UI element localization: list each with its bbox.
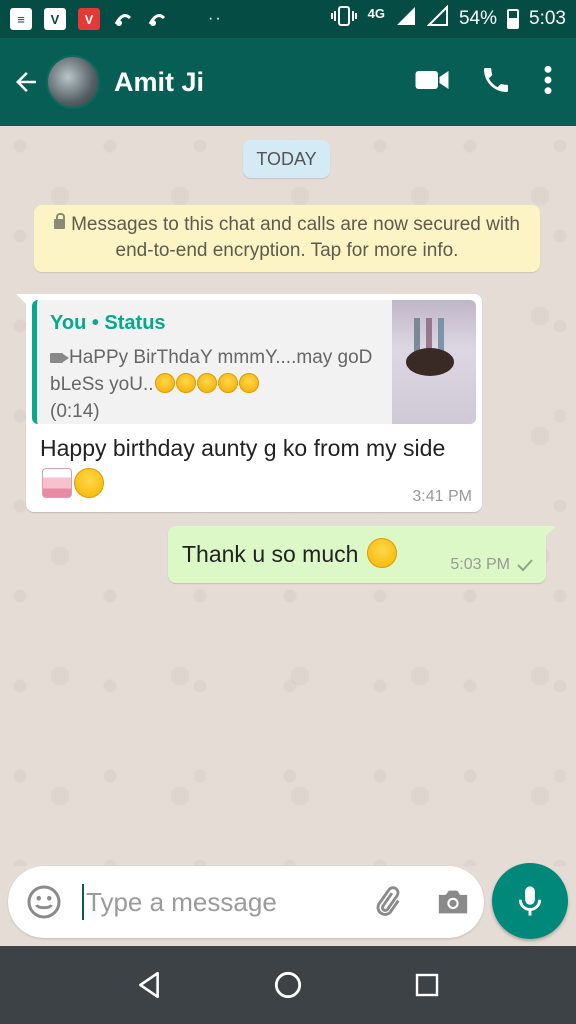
nav-home-icon <box>274 971 302 999</box>
candles-graphic <box>414 318 444 352</box>
camera-button[interactable] <box>428 877 478 927</box>
mic-icon <box>518 886 542 916</box>
vidmate-icon: V <box>78 8 100 30</box>
v-app-icon: V <box>44 8 66 30</box>
message-notification-icon: ≡ <box>10 8 32 30</box>
video-call-icon <box>415 70 449 89</box>
battery-icon <box>507 9 520 29</box>
emoji-icon <box>27 885 61 919</box>
network-type-label: 4G <box>367 5 385 21</box>
cake-emoji-icon <box>42 468 72 498</box>
message-input[interactable] <box>86 886 356 918</box>
kiss-emoji-icon <box>196 373 217 393</box>
voice-call-button[interactable] <box>480 64 512 101</box>
header-actions <box>414 64 554 101</box>
message-time: 3:41 PM <box>412 488 472 505</box>
kiss-emoji-icon <box>238 373 259 393</box>
message-text: Thank u so much <box>182 541 359 567</box>
phone-icon <box>484 67 508 92</box>
check-icon <box>517 559 533 572</box>
message-text-block: Happy birthday aunty g ko from my side <box>40 430 460 502</box>
blush-emoji-icon <box>366 538 397 568</box>
back-arrow-icon <box>16 72 36 92</box>
encryption-text: Messages to this chat and calls are now … <box>71 214 520 261</box>
message-time: 5:03 PM <box>450 556 510 573</box>
nav-recents-icon <box>415 973 438 997</box>
encryption-notice[interactable]: Messages to this chat and calls are now … <box>34 205 540 272</box>
nav-home-button[interactable] <box>258 955 318 1015</box>
nav-back-icon <box>139 971 160 999</box>
nav-recents-button[interactable] <box>397 955 457 1015</box>
system-navigation-bar <box>0 946 576 1024</box>
message-composer <box>8 866 484 938</box>
system-status: 4G 54% 5:03 <box>330 4 566 33</box>
signal-strength-2-icon <box>426 4 449 33</box>
avatar[interactable] <box>46 55 100 109</box>
video-small-icon <box>50 353 69 363</box>
signal-strength-icon <box>395 5 417 33</box>
outgoing-meta: 5:03 PM <box>450 556 534 574</box>
chat-header: Amit Ji <box>0 38 576 126</box>
nav-back-button[interactable] <box>119 955 179 1015</box>
clock: 5:03 <box>529 8 566 29</box>
incoming-message[interactable]: You • Status HaPPy BirThdaY mmmY....may … <box>16 294 482 512</box>
kiss-emoji-icon <box>154 373 175 393</box>
more-options-button[interactable] <box>542 64 554 101</box>
chat-area[interactable]: TODAY Messages to this chat and calls ar… <box>0 126 576 866</box>
emoji-button[interactable] <box>16 874 72 930</box>
back-button[interactable] <box>2 58 50 106</box>
kiss-emoji-icon <box>217 373 238 393</box>
more-vert-icon <box>544 65 552 94</box>
cake-graphic <box>406 348 454 376</box>
camera-icon <box>438 890 468 914</box>
attach-button[interactable] <box>362 877 412 927</box>
quote-duration: (0:14) <box>50 401 100 422</box>
status-bar: ≡ V V ·· 4G 54% 5:03 <box>0 0 576 38</box>
lock-icon <box>54 213 66 229</box>
quote-text-block: HaPPy BirThdaY mmmY....may goD bLeSs yoU… <box>50 344 380 424</box>
outgoing-message[interactable]: Thank u so much 5:03 PM <box>168 526 556 583</box>
quote-author: You • Status <box>50 312 166 334</box>
video-call-button[interactable] <box>414 65 450 100</box>
smile-emoji-icon <box>74 468 104 498</box>
kiss-emoji-icon <box>175 373 196 393</box>
vibrate-icon <box>330 5 358 33</box>
voice-record-button[interactable] <box>492 863 568 939</box>
quoted-status[interactable]: You • Status HaPPy BirThdaY mmmY....may … <box>32 300 476 424</box>
status-thumbnail <box>392 300 476 424</box>
signal-app-icon <box>112 8 134 30</box>
battery-percent: 54% <box>458 8 498 29</box>
text-cursor <box>82 884 84 920</box>
notification-icons: ≡ V V ·· <box>10 8 223 30</box>
date-separator: TODAY <box>243 140 330 178</box>
message-text: Happy birthday aunty g ko from my side <box>40 435 446 461</box>
contact-name[interactable]: Amit Ji <box>114 67 204 98</box>
signal-app-icon-2 <box>146 8 168 30</box>
attach-icon <box>376 886 400 916</box>
outgoing-text-block: Thank u so much <box>182 538 397 568</box>
more-notifications-dots: ·· <box>208 10 223 27</box>
